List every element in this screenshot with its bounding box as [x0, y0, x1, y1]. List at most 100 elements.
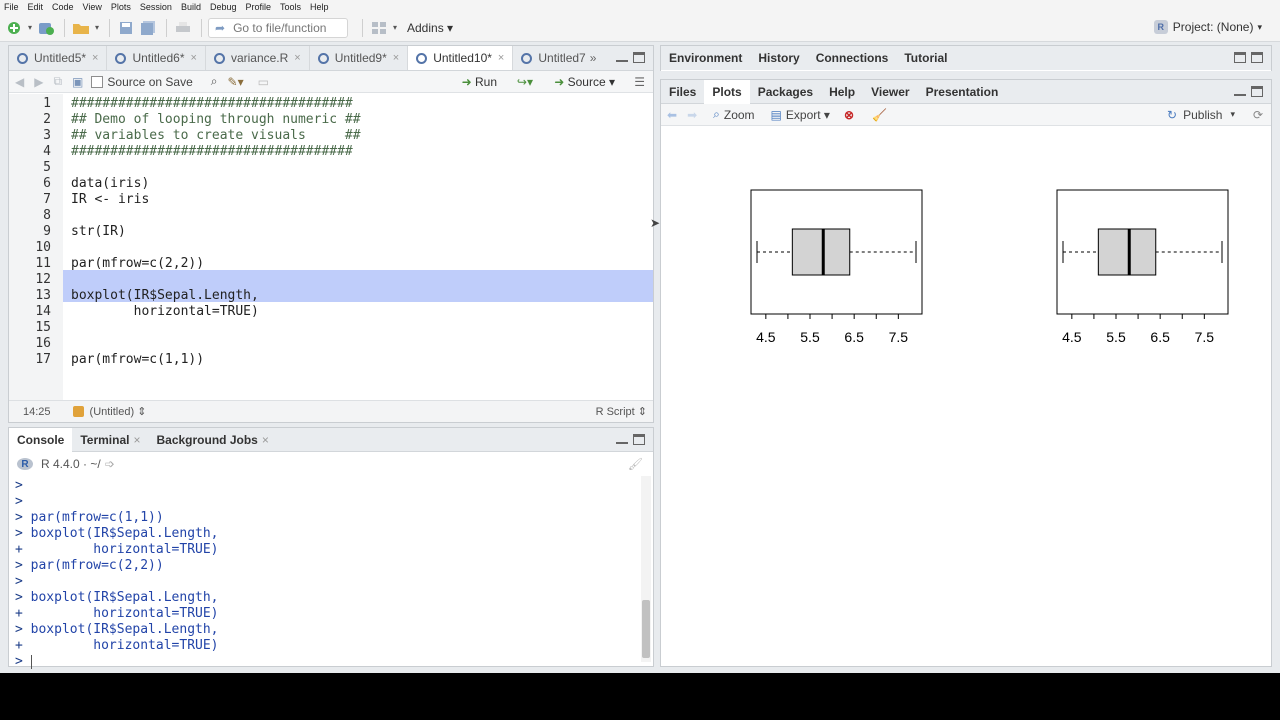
tab-plots[interactable]: Plots — [704, 79, 750, 104]
publish-button[interactable]: ↻ Publish ▾ — [1167, 108, 1235, 122]
menu-file[interactable]: File — [4, 2, 19, 12]
project-menu[interactable]: R Project: (None) ▾ — [1153, 20, 1262, 34]
source-tab[interactable]: Untitled9* × — [310, 46, 409, 70]
save-icon[interactable] — [116, 19, 136, 37]
line-number: 13 — [35, 287, 51, 303]
search-icon[interactable]: ⌕ — [211, 74, 218, 89]
scrollbar-thumb[interactable] — [642, 600, 650, 658]
restore-icon[interactable] — [1234, 52, 1246, 63]
compile-report-icon[interactable]: ▭ — [258, 75, 269, 89]
console-prompt: > — [15, 526, 23, 541]
tab-files[interactable]: Files — [661, 80, 704, 104]
close-icon[interactable]: × — [393, 52, 399, 64]
tick-label: 4.5 — [1062, 329, 1082, 345]
minimize-icon[interactable] — [1234, 94, 1246, 96]
forward-arrow-icon[interactable]: ➡ — [687, 108, 697, 122]
forward-arrow-icon[interactable]: ▶ — [34, 75, 43, 89]
close-icon[interactable]: × — [133, 433, 140, 447]
dropdown-icon[interactable]: ▾ — [93, 19, 101, 37]
tab-history[interactable]: History — [750, 46, 807, 70]
dropdown-icon[interactable]: ▾ — [391, 19, 399, 37]
remove-plot-icon[interactable]: ⊗ — [844, 108, 854, 122]
source-tab[interactable]: Untitled6* × — [107, 46, 206, 70]
tab-label: Untitled7 — [538, 51, 586, 65]
r-version-label: R 4.4.0 · ~/ — [41, 457, 101, 471]
menu-session[interactable]: Session — [140, 2, 172, 12]
maximize-icon[interactable] — [633, 434, 645, 445]
environment-pane: Environment History Connections Tutorial — [660, 45, 1272, 71]
source-tab[interactable]: Untitled7 » — [513, 46, 604, 70]
outline-icon[interactable]: ☰ — [634, 75, 645, 89]
goto-dir-icon[interactable]: ➩ — [105, 457, 115, 471]
tab-background-jobs[interactable]: Background Jobs × — [148, 428, 276, 452]
refresh-icon[interactable]: ⟳ — [1253, 108, 1263, 122]
more-tabs-icon[interactable]: » — [590, 51, 597, 65]
tab-environment[interactable]: Environment — [661, 46, 750, 70]
console-output[interactable]: > > > par(mfrow=c(1,1)) > boxplot(IR$Sepa… — [9, 478, 639, 669]
close-icon[interactable]: × — [191, 52, 197, 64]
addins-label: Addins — [407, 20, 444, 35]
scope-selector[interactable]: (Untitled) ⇕ — [72, 405, 146, 418]
menu-profile[interactable]: Profile — [246, 2, 272, 12]
minimize-icon[interactable] — [616, 60, 628, 62]
open-folder-icon[interactable] — [71, 19, 91, 37]
tab-terminal[interactable]: Terminal × — [72, 428, 148, 452]
tab-console[interactable]: Console — [9, 427, 73, 452]
rerun-icon[interactable]: ↪▾ — [517, 75, 533, 89]
magic-wand-icon[interactable]: ✎▾ — [228, 75, 244, 89]
zoom-icon[interactable]: ⌕ — [713, 107, 720, 122]
menu-edit[interactable]: Edit — [28, 2, 44, 12]
tick-label: 6.5 — [1150, 329, 1170, 345]
dropdown-icon[interactable]: ▾ — [26, 19, 34, 37]
code-editor[interactable]: 1 #################################### 2 ##… — [9, 94, 653, 404]
console-line: > boxplot(IR$Sepal.Length, — [15, 622, 219, 638]
close-icon[interactable]: × — [262, 433, 269, 447]
new-file-icon[interactable] — [4, 19, 24, 37]
menu-help[interactable]: Help — [310, 2, 329, 12]
goto-file-input[interactable]: ➦ Go to file/function — [208, 17, 348, 38]
menu-plots[interactable]: Plots — [111, 2, 131, 12]
tab-packages[interactable]: Packages — [750, 80, 821, 104]
source-tab[interactable]: variance.R × — [206, 46, 310, 70]
save-icon[interactable]: ▣ — [72, 75, 83, 89]
source-on-save-checkbox[interactable] — [91, 75, 104, 88]
back-arrow-icon[interactable]: ⬅ — [667, 108, 677, 122]
close-icon[interactable]: × — [294, 52, 300, 64]
print-icon[interactable] — [173, 19, 193, 37]
tab-tutorial[interactable]: Tutorial — [896, 46, 955, 70]
pane-window-controls — [616, 434, 645, 445]
zoom-button[interactable]: Zoom — [724, 108, 755, 122]
menu-build[interactable]: Build — [181, 2, 201, 12]
maximize-icon[interactable] — [1251, 86, 1263, 97]
tab-label: Plots — [712, 84, 742, 99]
close-icon[interactable]: × — [92, 52, 98, 64]
new-project-icon[interactable] — [36, 19, 56, 37]
maximize-icon[interactable] — [1251, 52, 1263, 63]
tab-presentation[interactable]: Presentation — [918, 80, 1007, 104]
minimize-icon[interactable] — [616, 442, 628, 444]
run-button[interactable]: ➜ Run — [462, 75, 497, 89]
maximize-icon[interactable] — [633, 52, 645, 63]
menu-debug[interactable]: Debug — [210, 2, 237, 12]
console-scrollbar[interactable] — [641, 476, 651, 662]
source-tab-active[interactable]: Untitled10* × — [408, 46, 514, 70]
clear-console-icon[interactable]: 🖌 — [628, 457, 643, 471]
grid-layout-icon[interactable] — [369, 19, 389, 37]
show-in-window-icon[interactable]: ⧉ — [53, 74, 62, 89]
back-arrow-icon[interactable]: ◀ — [15, 75, 24, 89]
tab-connections[interactable]: Connections — [808, 46, 897, 70]
source-button[interactable]: ➜ Source ▾ — [554, 75, 615, 89]
line-number: 15 — [35, 319, 51, 335]
close-icon[interactable]: × — [498, 52, 504, 64]
addins-menu[interactable]: Addins ▾ — [407, 21, 453, 35]
save-all-icon[interactable] — [138, 19, 158, 37]
source-tab[interactable]: Untitled5* × — [9, 46, 108, 70]
export-button[interactable]: Export ▾ — [786, 108, 830, 122]
menu-tools[interactable]: Tools — [280, 2, 301, 12]
menu-code[interactable]: Code — [52, 2, 74, 12]
menu-view[interactable]: View — [83, 2, 102, 12]
file-type-selector[interactable]: R Script ⇕ — [596, 405, 647, 418]
tab-help[interactable]: Help — [821, 80, 863, 104]
clear-plots-icon[interactable]: 🧹 — [872, 108, 887, 122]
tab-viewer[interactable]: Viewer — [863, 80, 917, 104]
